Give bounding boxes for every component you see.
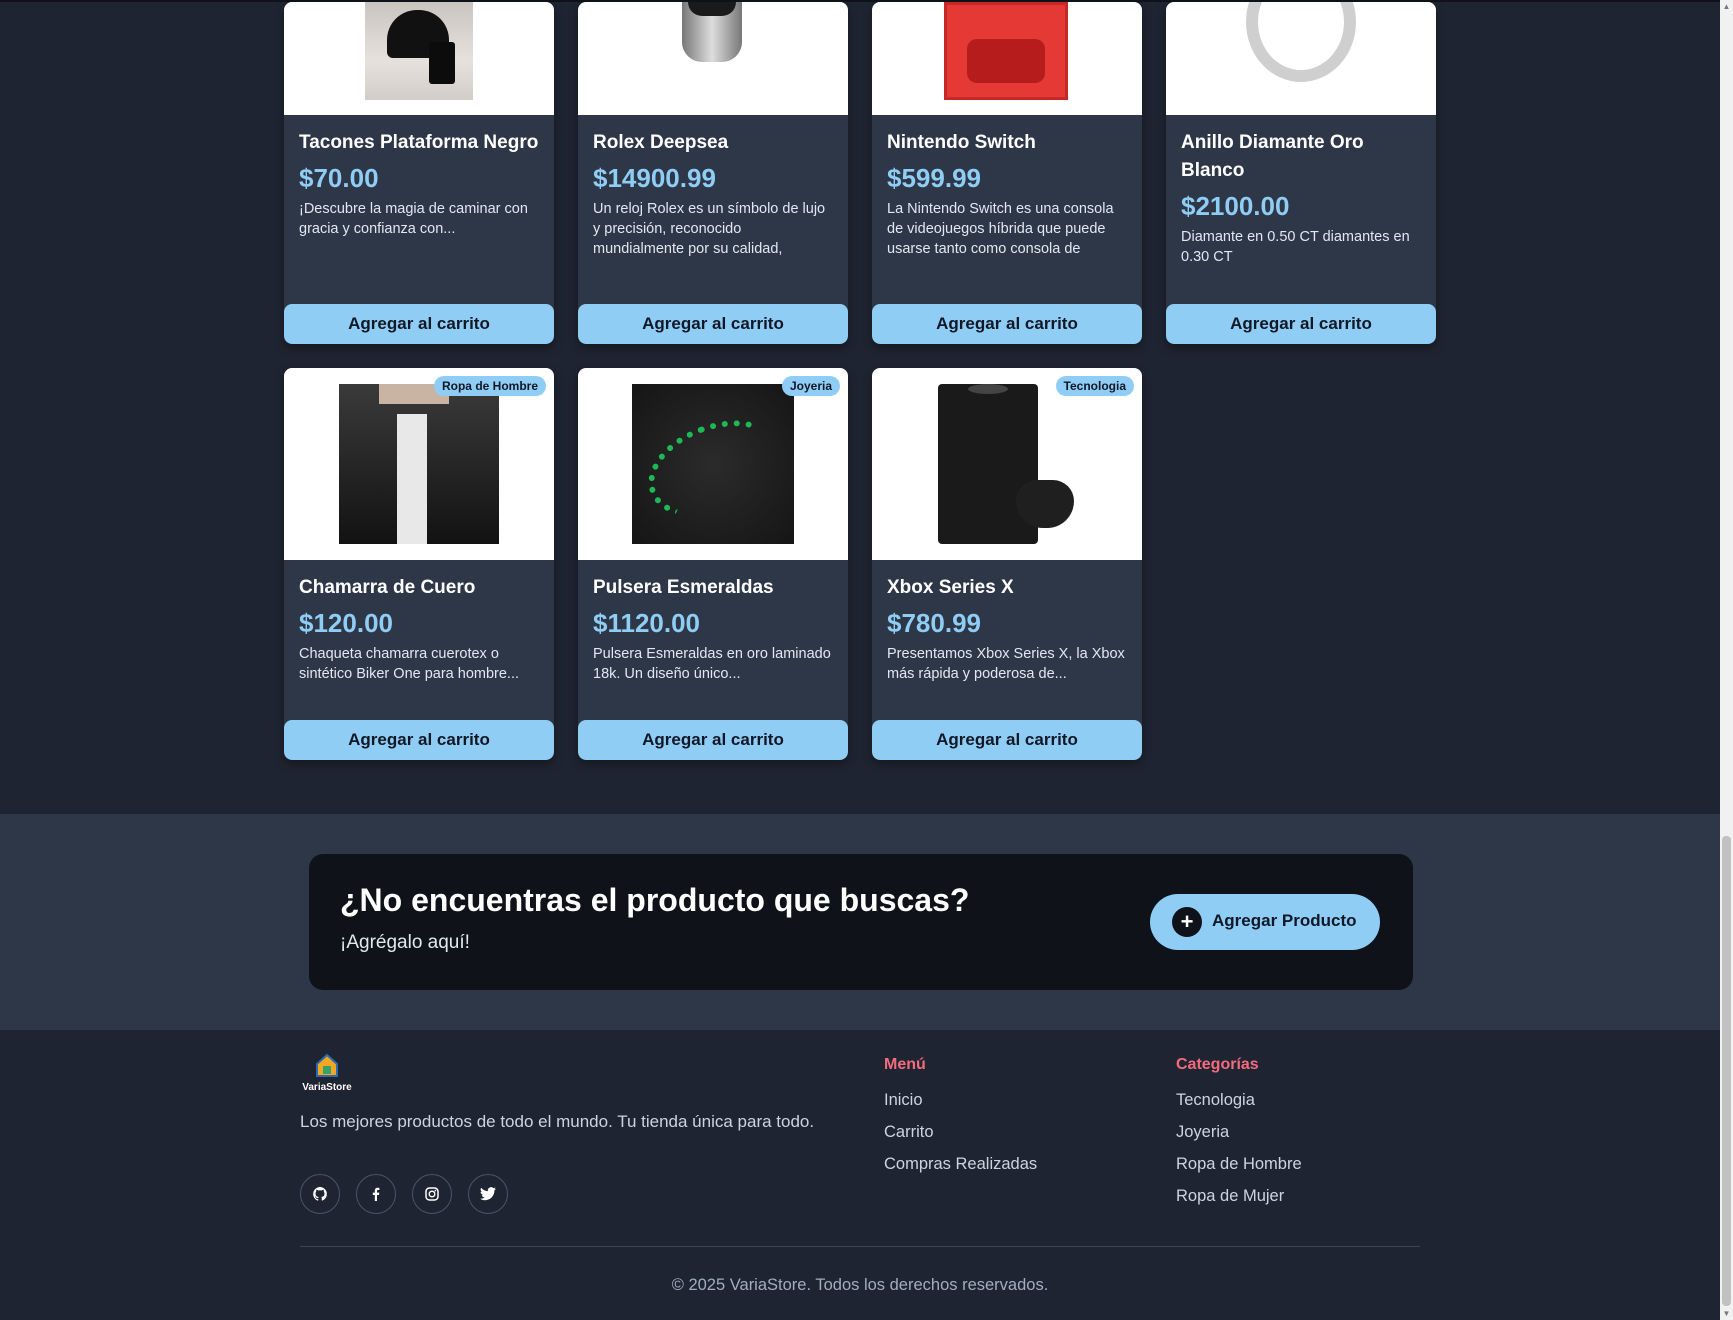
product-card: Nintendo Switch $599.99 La Nintendo Swit… (872, 2, 1142, 344)
product-description: Un reloj Rolex es un símbolo de lujo y p… (593, 201, 826, 257)
product-price: $14900.99 (593, 163, 716, 193)
add-product-section: ¿No encuentras el producto que buscas? ¡… (0, 814, 1720, 1030)
add-to-cart-button[interactable]: Agregar al carrito (1166, 304, 1436, 344)
footer-link-carrito[interactable]: Carrito (884, 1122, 1037, 1142)
footer: VariaStore Los mejores productos de todo… (0, 1030, 1720, 1320)
add-product-label: Agregar Producto (1212, 911, 1357, 930)
scroll-down-arrow-icon[interactable]: ▼ (1720, 1307, 1733, 1320)
product-card: Joyeria Pulsera Esmeraldas $1120.00 Puls… (578, 368, 848, 760)
product-image[interactable]: Ropa de Hombre (284, 368, 554, 560)
page: Tacones Plataforma Negro $70.00 ¡Descubr… (0, 0, 1720, 1320)
product-card: Rolex Deepsea $14900.99 Un reloj Rolex e… (578, 2, 848, 344)
product-title[interactable]: Xbox Series X (887, 574, 1127, 602)
footer-tagline: Los mejores productos de todo el mundo. … (300, 1112, 815, 1131)
product-image[interactable] (578, 2, 848, 115)
footer-link-ropa-hombre[interactable]: Ropa de Hombre (1176, 1154, 1302, 1174)
product-title[interactable]: Nintendo Switch (887, 129, 1127, 157)
banner-heading: ¿No encuentras el producto que buscas? (340, 882, 970, 918)
scrollbar-thumb[interactable] (1722, 836, 1731, 1306)
plus-icon: + (1172, 907, 1202, 937)
product-price: $1120.00 (593, 608, 701, 638)
product-title[interactable]: Rolex Deepsea (593, 129, 833, 157)
product-price: $780.99 (887, 608, 981, 638)
product-card: Tacones Plataforma Negro $70.00 ¡Descubr… (284, 2, 554, 344)
add-to-cart-button[interactable]: Agregar al carrito (284, 304, 554, 344)
bracelet-image (632, 384, 798, 544)
banner-subheading: ¡Agrégalo aquí! (340, 932, 470, 953)
product-image[interactable]: Tecnologia (872, 368, 1142, 560)
footer-menu: Menú Inicio Carrito Compras Realizadas (884, 1056, 1037, 1186)
logo[interactable]: VariaStore (300, 1052, 354, 1100)
footer-link-joyeria[interactable]: Joyeria (1176, 1122, 1302, 1142)
footer-link-tecnologia[interactable]: Tecnologia (1176, 1090, 1302, 1110)
product-image[interactable] (872, 2, 1142, 115)
facebook-icon[interactable] (356, 1174, 396, 1214)
product-description: Pulsera Esmeraldas en oro laminado 18k. … (593, 646, 831, 682)
product-description: ¡Descubre la magia de caminar con gracia… (299, 201, 528, 237)
category-badge: Joyeria (781, 376, 840, 396)
product-card: Tecnologia Xbox Series X $780.99 Present… (872, 368, 1142, 760)
instagram-icon[interactable] (412, 1174, 452, 1214)
footer-link-inicio[interactable]: Inicio (884, 1090, 1037, 1110)
product-description: Diamante en 0.50 CT diamantes en 0.30 CT (1181, 229, 1410, 265)
switch-image (944, 2, 1068, 100)
footer-link-ropa-mujer[interactable]: Ropa de Mujer (1176, 1186, 1302, 1206)
product-title[interactable]: Anillo Diamante Oro Blanco (1181, 129, 1421, 185)
product-image[interactable]: Joyeria (578, 368, 848, 560)
product-price: $120.00 (299, 608, 393, 638)
add-product-banner: ¿No encuentras el producto que buscas? ¡… (309, 854, 1413, 990)
menu-heading: Menú (884, 1056, 926, 1073)
product-image[interactable] (284, 2, 554, 115)
product-price: $2100.00 (1181, 191, 1290, 221)
footer-categories: Categorías Tecnologia Joyeria Ropa de Ho… (1176, 1056, 1302, 1218)
brand-name: VariaStore (302, 1082, 352, 1093)
product-image[interactable] (1166, 2, 1436, 115)
copyright: © 2025 VariaStore. Todos los derechos re… (671, 1276, 1049, 1294)
add-to-cart-button[interactable]: Agregar al carrito (284, 720, 554, 760)
controller-image (1016, 480, 1074, 528)
category-badge: Tecnologia (1055, 376, 1134, 396)
product-card: Ropa de Hombre Chamarra de Cuero $120.00… (284, 368, 554, 760)
add-to-cart-button[interactable]: Agregar al carrito (578, 720, 848, 760)
scroll-up-arrow-icon[interactable]: ▲ (1720, 0, 1733, 13)
products-grid: Tacones Plataforma Negro $70.00 ¡Descubr… (0, 0, 1720, 814)
house-logo-icon (316, 1053, 338, 1077)
add-to-cart-button[interactable]: Agregar al carrito (578, 304, 848, 344)
heels-image (365, 2, 473, 100)
product-description: Chaqueta chamarra cuerotex o sintético B… (299, 646, 520, 682)
product-price: $599.99 (887, 163, 981, 193)
product-description: La Nintendo Switch es una consola de vid… (887, 201, 1114, 257)
footer-link-compras[interactable]: Compras Realizadas (884, 1154, 1037, 1174)
product-price: $70.00 (299, 163, 379, 193)
add-to-cart-button[interactable]: Agregar al carrito (872, 304, 1142, 344)
category-badge: Ropa de Hombre (433, 376, 546, 396)
add-product-button[interactable]: + Agregar Producto (1150, 894, 1380, 950)
add-to-cart-button[interactable]: Agregar al carrito (872, 720, 1142, 760)
product-title[interactable]: Tacones Plataforma Negro (299, 129, 539, 157)
product-card: Anillo Diamante Oro Blanco $2100.00 Diam… (1166, 2, 1436, 344)
product-title[interactable]: Pulsera Esmeraldas (593, 574, 833, 602)
categories-heading: Categorías (1176, 1056, 1259, 1073)
twitter-icon[interactable] (468, 1174, 508, 1214)
product-description: Presentamos Xbox Series X, la Xbox más r… (887, 646, 1125, 682)
page-scrollbar[interactable]: ▲ ▼ (1720, 0, 1733, 1320)
footer-divider (300, 1246, 1420, 1247)
product-title[interactable]: Chamarra de Cuero (299, 574, 539, 602)
github-icon[interactable] (300, 1174, 340, 1214)
ring-image (1246, 2, 1356, 82)
jacket-image (339, 384, 499, 544)
